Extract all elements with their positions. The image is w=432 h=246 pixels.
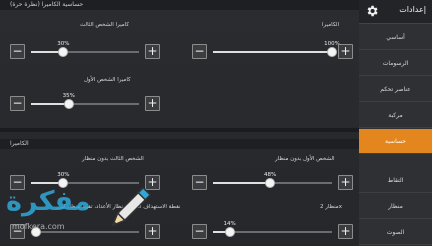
increase-button[interactable]: +: [338, 44, 353, 59]
slider-fpp-no-scope[interactable]: − 48% +: [192, 172, 353, 191]
slider-camera[interactable]: − 100% +: [192, 41, 353, 60]
sidebar-item-graphics[interactable]: الرسومات: [359, 51, 432, 76]
slider-value: 30%: [57, 172, 70, 178]
slider-value: 35%: [62, 93, 75, 99]
slider-thumb[interactable]: [265, 178, 276, 188]
increase-button[interactable]: +: [338, 175, 353, 190]
setting-label-camera: الكاميرا: [322, 22, 340, 28]
decrease-button[interactable]: −: [10, 224, 25, 239]
slider-thumb[interactable]: [63, 99, 74, 109]
section-header-camera: الكاميرا: [0, 139, 359, 149]
decrease-button[interactable]: −: [192, 175, 207, 190]
slider-value: 14%: [223, 221, 236, 227]
sidebar-header: إعدادات: [359, 0, 432, 24]
increase-button[interactable]: +: [145, 175, 160, 190]
slider-track[interactable]: 100%: [213, 41, 340, 57]
sidebar-item-scope[interactable]: منظار: [359, 194, 432, 219]
slider-track[interactable]: 35%: [31, 93, 139, 109]
setting-label-fpp-no-scope: الشخص الأول بدون منظار: [275, 156, 335, 162]
slider-thumb[interactable]: [58, 178, 69, 188]
decrease-button[interactable]: −: [10, 175, 25, 190]
slider-fpp-camera[interactable]: − 35% +: [10, 93, 160, 112]
slider-thumb[interactable]: [31, 227, 42, 237]
sidebar-item-sensitivity[interactable]: حساسية: [359, 129, 432, 154]
sidebar-item-pickup[interactable]: التقاط: [359, 168, 432, 193]
setting-label-scope-2x: منظار 2x: [320, 204, 342, 210]
slider-track[interactable]: 48%: [213, 172, 332, 188]
sidebar-item-basic[interactable]: أساسي: [359, 25, 432, 50]
slider-scope-2x[interactable]: − 14% +: [192, 221, 353, 240]
increase-button[interactable]: +: [145, 44, 160, 59]
slider-track[interactable]: 30%: [31, 41, 139, 57]
sidebar-title: إعدادات: [399, 5, 426, 14]
slider-value: 48%: [263, 172, 277, 178]
section-title: الكاميرا: [10, 140, 29, 147]
sidebar-item-audio[interactable]: الصوت: [359, 220, 432, 245]
increase-button[interactable]: +: [145, 96, 160, 111]
slider-red-dot[interactable]: − +: [10, 224, 160, 240]
section-title: حساسية الكاميرا (نظرة حرة): [10, 1, 84, 8]
setting-label-tpp-camera: كاميرا الشخص الثالث: [80, 22, 129, 28]
section-divider: [0, 128, 359, 132]
slider-fill: [213, 51, 332, 53]
section-header-free-look: حساسية الكاميرا (نظرة حرة): [0, 0, 359, 10]
slider-thumb[interactable]: [224, 227, 235, 237]
slider-thumb[interactable]: [58, 47, 69, 57]
setting-label-red-dot: نقطة الاستهداف المائل منظار الأعداد، تقي…: [56, 204, 181, 210]
settings-sidebar: إعدادات أساسي الرسومات عناصر تحكم مركبة …: [359, 0, 432, 246]
increase-button[interactable]: +: [145, 224, 160, 239]
decrease-button[interactable]: −: [192, 224, 207, 239]
decrease-button[interactable]: −: [10, 96, 25, 111]
setting-label-tpp-no-scope: الشخص الثالث بدون منظار: [82, 156, 144, 162]
slider-track[interactable]: 30%: [31, 172, 139, 188]
increase-button[interactable]: +: [338, 224, 353, 239]
slider-value: 30%: [57, 41, 70, 47]
sidebar-item-controls[interactable]: عناصر تحكم: [359, 77, 432, 102]
slider-thumb[interactable]: [327, 47, 337, 57]
decrease-button[interactable]: −: [10, 44, 25, 59]
setting-label-fpp-camera: كاميرا الشخص الأول: [84, 77, 131, 83]
slider-track[interactable]: 14%: [213, 221, 332, 237]
settings-panel: حساسية الكاميرا (نظرة حرة) كاميرا الشخص …: [0, 0, 359, 246]
slider-track[interactable]: [31, 227, 139, 237]
sidebar-item-vehicle[interactable]: مركبة: [359, 103, 432, 128]
decrease-button[interactable]: −: [192, 44, 207, 59]
slider-tpp-no-scope[interactable]: − 30% +: [10, 172, 160, 191]
slider-tpp-camera[interactable]: − 30% +: [10, 41, 160, 60]
slider-fill: [213, 182, 271, 184]
gear-icon: [367, 5, 378, 17]
